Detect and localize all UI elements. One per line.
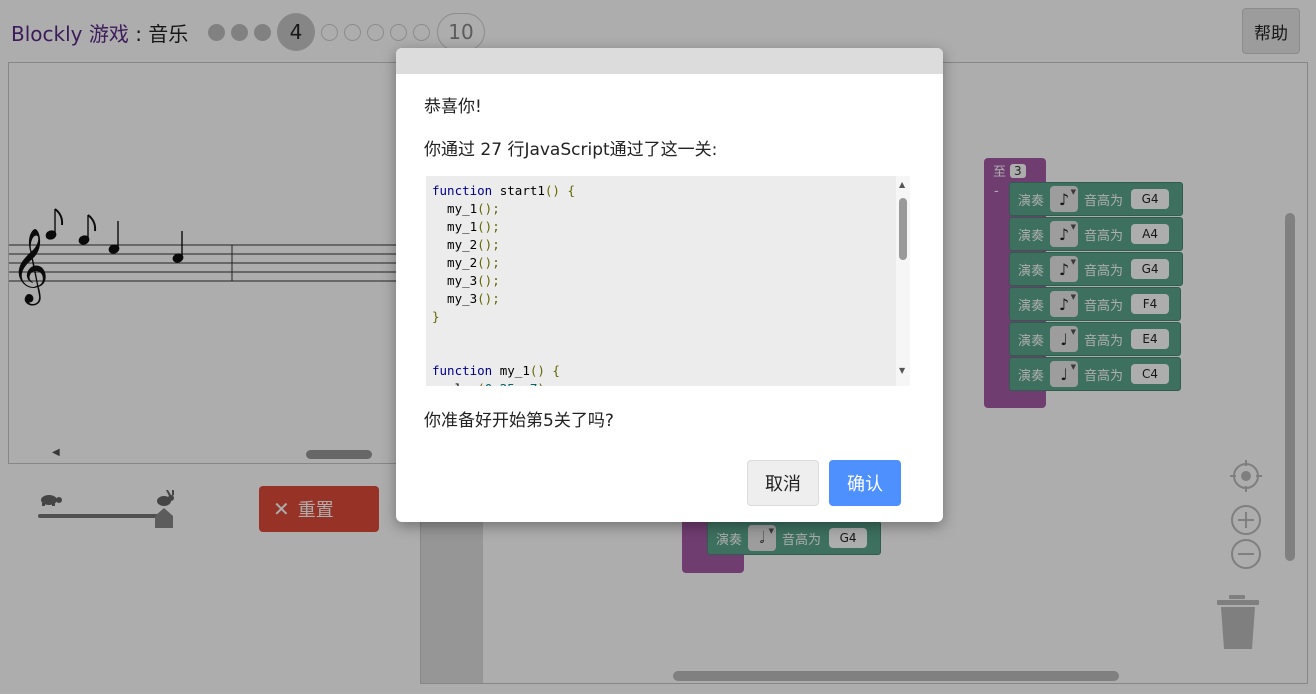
code-line: function start1() { — [432, 182, 896, 200]
code-token: ( — [477, 381, 485, 386]
code-line: my_3(); — [432, 272, 896, 290]
scroll-up-arrow-icon[interactable]: ▲ — [899, 180, 905, 189]
cancel-button[interactable]: 取消 — [747, 460, 819, 506]
code-token: start1 — [492, 183, 545, 198]
code-token: , — [515, 381, 530, 386]
code-token: my_3 — [432, 273, 478, 288]
scroll-down-arrow-icon[interactable]: ▼ — [899, 366, 905, 375]
code-token: (); — [477, 255, 500, 270]
code-token: () { — [544, 183, 576, 198]
code-token: my_1 — [492, 363, 530, 378]
code-token: function — [432, 363, 493, 378]
code-pane[interactable]: function start1() { my_1(); my_1(); my_2… — [426, 176, 896, 386]
code-line — [432, 326, 896, 344]
code-token: (); — [477, 219, 500, 234]
code-token: my_3 — [432, 291, 478, 306]
code-token: my_1 — [432, 219, 478, 234]
level-complete-dialog: 恭喜你! 你通过 27 行JavaScript通过了这一关: function … — [396, 48, 943, 522]
code-token: function — [432, 183, 493, 198]
code-line: my_1(); — [432, 218, 896, 236]
code-token: my_1 — [432, 201, 478, 216]
code-line: my_2(); — [432, 254, 896, 272]
generated-code-box: function start1() { my_1(); my_1(); my_2… — [426, 176, 910, 386]
code-token: () { — [529, 363, 560, 378]
code-token: (); — [477, 273, 500, 288]
code-scrollbar-thumb[interactable] — [899, 198, 907, 260]
code-token: 0.25 — [485, 381, 515, 386]
code-token: play — [432, 381, 477, 386]
code-token: ); — [537, 381, 552, 386]
code-scrollbar[interactable]: ▲ ▼ — [896, 176, 910, 386]
code-line: } — [432, 308, 896, 326]
code-token: } — [432, 309, 440, 324]
code-token: my_2 — [432, 255, 478, 270]
next-level-question: 你准备好开始第5关了吗? — [424, 411, 614, 431]
code-line: play(0.25, 7); — [432, 380, 896, 386]
code-token: (); — [477, 291, 500, 306]
code-line: my_1(); — [432, 200, 896, 218]
code-line: my_2(); — [432, 236, 896, 254]
code-line: function my_1() { — [432, 362, 896, 380]
confirm-button[interactable]: 确认 — [829, 460, 901, 506]
code-token: my_2 — [432, 237, 478, 252]
congrats-text: 恭喜你! — [424, 97, 482, 117]
dialog-titlebar[interactable] — [396, 48, 943, 74]
code-token: (); — [477, 201, 500, 216]
code-token: (); — [477, 237, 500, 252]
code-line — [432, 344, 896, 362]
code-line: my_3(); — [432, 290, 896, 308]
lines-summary-text: 你通过 27 行JavaScript通过了这一关: — [424, 140, 718, 160]
